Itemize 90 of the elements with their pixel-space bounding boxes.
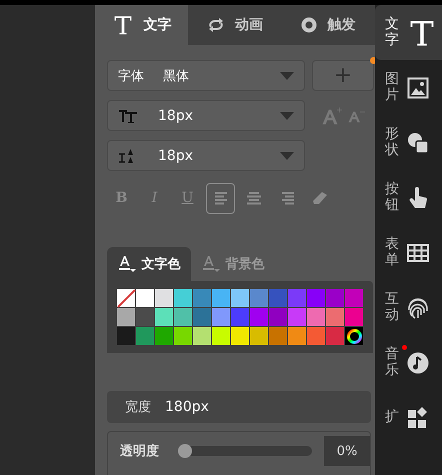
font-color-icon [118,255,136,273]
font-decrease-icon [348,108,366,122]
table-icon [407,244,429,262]
color-swatch[interactable] [174,289,192,307]
color-swatch[interactable] [288,327,306,345]
width-value: 180px [165,399,209,415]
color-swatch[interactable] [326,308,344,326]
color-swatch[interactable] [307,289,325,307]
text-icon [112,14,134,36]
eraser-icon [312,191,328,205]
sidebar-item[interactable]: 扩 [375,390,442,445]
pointing-hand-icon [407,186,429,210]
color-swatch[interactable] [231,289,249,307]
align-left-icon [214,191,228,205]
font-size-icon [118,108,138,124]
width-label: 宽度 [124,399,152,416]
highlight-color-icon [202,255,220,273]
blocks-icon [407,406,429,428]
font-label: 字体 [118,68,145,84]
no-color-swatch[interactable] [117,289,135,307]
fingerprint-icon [407,296,429,320]
color-swatch[interactable] [136,327,154,345]
loop-arrows-icon [206,18,225,32]
color-swatch[interactable] [326,289,344,307]
color-swatch[interactable] [307,327,325,345]
color-swatch[interactable] [326,327,344,345]
color-swatch[interactable] [250,327,268,345]
color-picker-button[interactable] [345,327,363,345]
color-swatch[interactable] [193,289,211,307]
color-swatch[interactable] [136,308,154,326]
dropdown-caret-icon [280,112,294,120]
color-swatch[interactable] [231,308,249,326]
align-center-icon [246,191,260,205]
color-swatch[interactable] [174,308,192,326]
increase-font-button[interactable] [322,106,342,124]
align-left-button[interactable] [206,182,235,214]
color-swatch[interactable] [307,308,325,326]
color-swatch[interactable] [269,327,287,345]
sidebar-item[interactable]: 互动 [375,280,442,335]
color-swatch[interactable] [250,308,268,326]
color-swatch[interactable] [345,308,363,326]
color-swatch[interactable] [288,308,306,326]
circle-icon [301,17,318,33]
opacity-label: 透明度 [120,442,160,460]
sidebar-item[interactable]: 图片 [375,60,442,115]
width-field[interactable]: 宽度 180px [107,391,371,423]
color-swatch[interactable] [269,289,287,307]
image-icon [407,76,429,98]
color-swatch[interactable] [231,327,249,345]
color-swatch[interactable] [193,327,211,345]
dropdown-caret-icon [280,152,294,160]
color-wheel-icon [346,328,362,344]
color-swatch[interactable] [117,308,135,326]
color-swatch[interactable] [193,308,211,326]
font-size-value: 18px [157,108,194,124]
color-swatch[interactable] [155,289,173,307]
shapes-icon [407,132,429,154]
font-increase-icon [322,106,342,124]
color-swatch[interactable] [212,308,230,326]
color-swatch[interactable] [345,289,363,307]
line-height-select[interactable]: 18px [107,140,305,171]
color-swatch[interactable] [136,289,154,307]
opacity-value: 0% [324,436,370,466]
tab[interactable]: 文字 [95,5,188,45]
sidebar-item[interactable]: 文字 [375,5,442,60]
color-swatch[interactable] [288,289,306,307]
sidebar-item[interactable]: 按钮 [375,170,442,225]
color-swatch[interactable] [250,289,268,307]
music-note-icon [407,352,429,374]
slider-thumb[interactable] [178,444,192,458]
sidebar-item[interactable]: 形状 [375,115,442,170]
font-value: 黑体 [163,68,190,84]
align-right-icon [280,191,294,205]
color-swatch[interactable] [117,327,135,345]
decrease-font-button[interactable] [348,108,366,122]
font-select[interactable]: 字体 黑体 [107,60,305,91]
color-swatch[interactable] [155,308,173,326]
color-swatch[interactable] [269,308,287,326]
slash-icon [117,289,136,308]
sidebar-item[interactable]: 表单 [375,225,442,280]
color-tab[interactable]: 文字色 [107,247,191,281]
sidebar-item[interactable]: 音乐 [375,335,442,390]
color-swatch[interactable] [212,327,230,345]
line-height-value: 18px [157,148,194,164]
color-swatch[interactable] [174,327,192,345]
dropdown-caret-icon [280,72,294,80]
color-swatch[interactable] [212,289,230,307]
font-size-select[interactable]: 18px [107,100,305,131]
slider-track[interactable] [180,446,312,456]
color-swatch[interactable] [155,327,173,345]
